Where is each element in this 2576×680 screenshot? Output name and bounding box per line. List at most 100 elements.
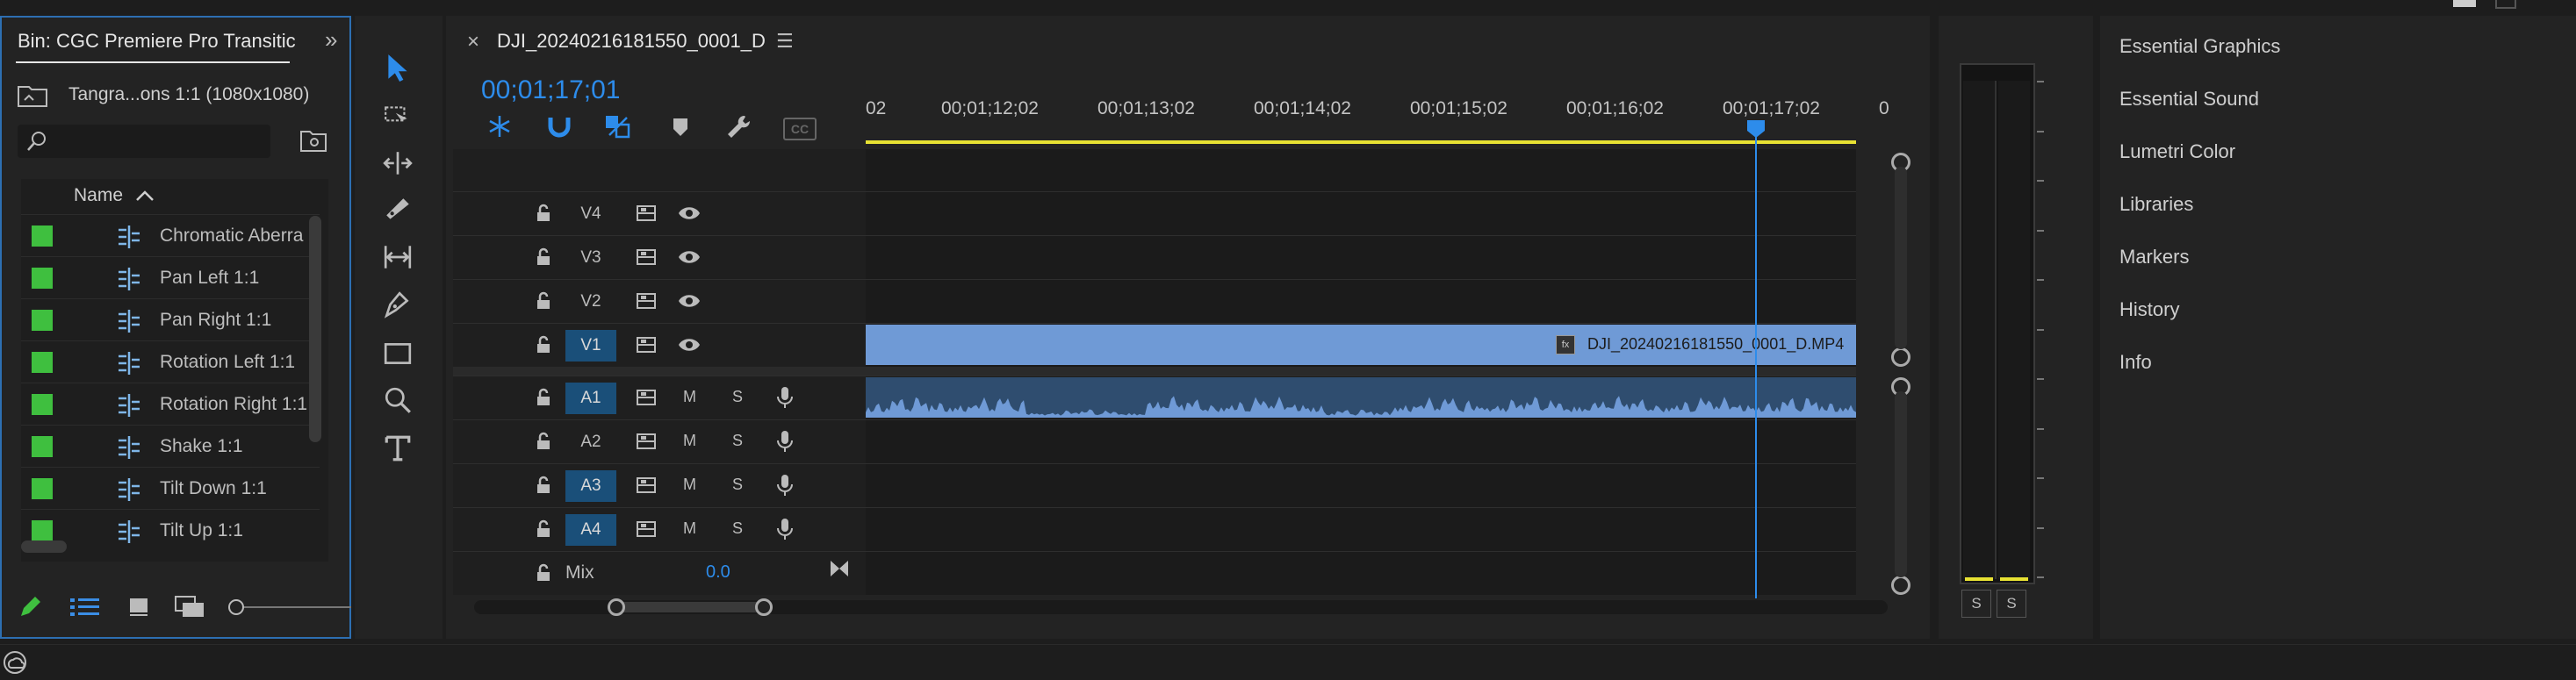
track-header-v3[interactable]: V3 (453, 235, 866, 280)
track-target-a3[interactable]: A3 (565, 470, 616, 502)
sync-lock-icon[interactable] (636, 476, 657, 498)
bowtie-icon[interactable] (829, 559, 850, 583)
eye-icon[interactable] (678, 204, 701, 226)
video-clip[interactable]: fx DJI_20240216181550_0001_D.MP4 (866, 325, 1856, 365)
microphone-icon[interactable] (776, 385, 794, 414)
microphone-icon[interactable] (776, 429, 794, 458)
track-header-a3[interactable]: A3 M S (453, 463, 866, 508)
hand-tool-icon[interactable] (383, 386, 413, 416)
side-panel-item-essential-graphics[interactable]: Essential Graphics (2119, 35, 2280, 58)
lock-icon[interactable] (536, 476, 551, 495)
lock-icon[interactable] (536, 388, 551, 407)
track-target-v2[interactable]: V2 (565, 286, 616, 318)
bin-list-hscrollbar[interactable] (21, 540, 67, 553)
freeform-view-icon[interactable] (174, 595, 207, 624)
pen-tool-icon[interactable] (383, 290, 413, 319)
side-panel-item-markers[interactable]: Markers (2119, 246, 2189, 268)
audio-scroll-handle-bottom[interactable] (1891, 576, 1910, 595)
wrench-icon[interactable] (725, 114, 752, 143)
linked-selection-icon[interactable] (604, 114, 632, 143)
slip-tool-icon[interactable] (383, 242, 413, 272)
creative-cloud-icon[interactable] (2, 649, 28, 680)
sync-lock-icon[interactable] (636, 433, 657, 455)
zoom-range-bar[interactable] (615, 602, 764, 612)
track-target-a2[interactable]: A2 (565, 426, 616, 458)
audio-clip[interactable] (866, 377, 1856, 418)
playhead-handle[interactable] (1746, 119, 1766, 139)
track-lane-a2[interactable] (866, 419, 1856, 464)
track-select-tool-icon[interactable] (383, 102, 413, 132)
track-header-v4[interactable]: V4 (453, 191, 866, 236)
track-lane-a3[interactable] (866, 463, 1856, 508)
track-header-a1[interactable]: A1 M S (453, 376, 866, 420)
sync-lock-icon[interactable] (636, 204, 657, 226)
type-tool-icon[interactable] (383, 433, 413, 463)
track-lane-a4[interactable] (866, 507, 1856, 552)
track-target-a4[interactable]: A4 (565, 514, 616, 546)
label-color-swatch[interactable] (32, 478, 53, 499)
label-color-swatch[interactable] (32, 352, 53, 373)
panel-menu-icon[interactable]: ☰ (776, 30, 794, 53)
solo-right-button[interactable]: S (1997, 590, 2026, 618)
close-tab-icon[interactable]: × (467, 30, 479, 54)
side-panel-top-icon[interactable] (2453, 0, 2476, 7)
bin-list-scrollbar[interactable] (309, 216, 321, 442)
zoom-handle-right[interactable] (755, 598, 773, 616)
timeline-zoom-scrollbar[interactable] (474, 598, 1888, 616)
lock-icon[interactable] (536, 432, 551, 451)
sync-lock-icon[interactable] (636, 248, 657, 270)
label-color-swatch[interactable] (32, 268, 53, 289)
panel-expand-icon[interactable]: » (325, 26, 337, 54)
snap-icon[interactable] (546, 114, 572, 143)
list-item[interactable]: Chromatic Aberra (21, 214, 320, 257)
playhead-timecode[interactable]: 00;01;17;01 (481, 75, 620, 105)
track-target-a1[interactable]: A1 (565, 383, 616, 414)
mute-button[interactable]: M (683, 476, 696, 494)
lock-icon[interactable] (536, 247, 551, 267)
lock-icon[interactable] (536, 335, 551, 354)
zoom-slider[interactable] (228, 597, 351, 618)
name-column-header[interactable]: Name (21, 179, 320, 214)
sync-lock-icon[interactable] (636, 389, 657, 411)
label-color-swatch[interactable] (32, 520, 53, 541)
solo-button[interactable]: S (732, 432, 743, 450)
zoom-slider-handle[interactable] (228, 599, 244, 615)
selection-tool-icon[interactable] (383, 53, 413, 82)
track-lane-v2[interactable] (866, 279, 1856, 324)
nest-sequence-icon[interactable] (486, 114, 513, 143)
mute-button[interactable]: M (683, 432, 696, 450)
search-input[interactable] (54, 128, 260, 154)
track-target-v4[interactable]: V4 (565, 198, 616, 230)
sync-lock-icon[interactable] (636, 292, 657, 314)
microphone-icon[interactable] (776, 473, 794, 502)
track-header-v1[interactable]: V1 (453, 323, 866, 368)
audio-scrollbar[interactable] (1895, 391, 1907, 577)
side-panel-item-lumetri-color[interactable]: Lumetri Color (2119, 140, 2235, 163)
side-panel-item-history[interactable]: History (2119, 298, 2179, 321)
list-item[interactable]: Shake 1:1 (21, 425, 320, 468)
video-audio-divider[interactable] (453, 367, 1856, 376)
add-marker-icon[interactable] (673, 118, 688, 141)
video-scrollbar[interactable] (1895, 167, 1907, 349)
list-item[interactable]: Pan Left 1:1 (21, 256, 320, 299)
microphone-icon[interactable] (776, 517, 794, 546)
side-panel-item-info[interactable]: Info (2119, 351, 2152, 374)
solo-left-button[interactable]: S (1961, 590, 1991, 618)
lock-icon[interactable] (536, 204, 551, 223)
pencil-icon[interactable] (18, 595, 42, 624)
label-color-swatch[interactable] (32, 225, 53, 247)
track-header-a4[interactable]: A4 M S (453, 507, 866, 552)
bin-tab-title[interactable]: Bin: CGC Premiere Pro Transitic (18, 30, 296, 53)
list-item[interactable]: Rotation Left 1:1 (21, 340, 320, 383)
list-item[interactable]: Rotation Right 1:1 (21, 383, 320, 426)
label-color-swatch[interactable] (32, 394, 53, 415)
solo-button[interactable]: S (732, 388, 743, 406)
icon-view-icon[interactable] (128, 597, 151, 622)
mute-button[interactable]: M (683, 519, 696, 538)
razor-tool-icon[interactable] (383, 195, 413, 225)
eye-icon[interactable] (678, 292, 701, 314)
track-lane-v3[interactable] (866, 235, 1856, 280)
lock-icon[interactable] (536, 519, 551, 539)
label-color-swatch[interactable] (32, 436, 53, 457)
lock-icon[interactable] (536, 563, 551, 583)
